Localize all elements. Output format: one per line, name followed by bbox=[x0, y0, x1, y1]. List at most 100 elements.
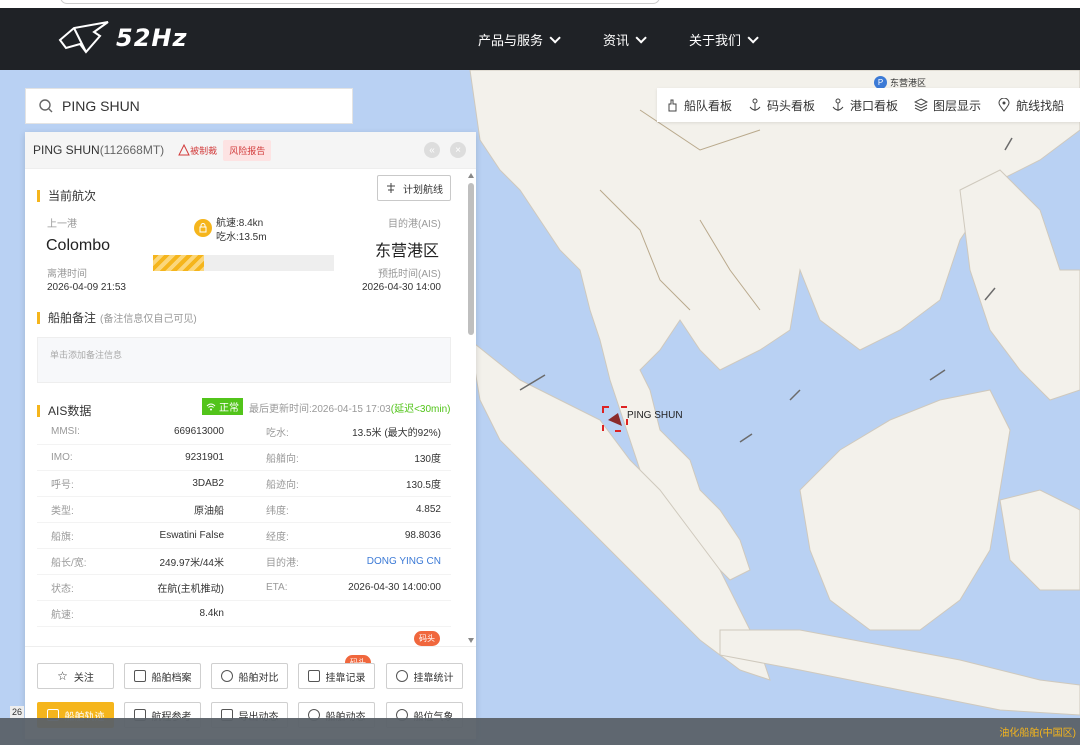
remark-input[interactable]: 单击添加备注信息 bbox=[37, 337, 451, 383]
port-call-stats-button[interactable]: 挂靠统计 bbox=[386, 663, 463, 689]
search-icon[interactable] bbox=[38, 98, 54, 114]
toolbar-dock-board[interactable]: 码头看板 bbox=[748, 97, 815, 114]
dest-port-label: 目的港(AIS) bbox=[388, 219, 441, 230]
nav-products[interactable]: 产品与服务 bbox=[478, 30, 561, 49]
ais-row: IMO: 9231901 船艏向: 130度 bbox=[37, 445, 451, 471]
ais-row: 呼号: 3DAB2 船迹向: 130.5度 bbox=[37, 471, 451, 497]
nav-news[interactable]: 资讯 bbox=[603, 30, 647, 49]
stats-icon bbox=[395, 670, 408, 682]
toolbar-port-board[interactable]: 港口看板 bbox=[831, 97, 898, 114]
toolbar-port-label: 港口看板 bbox=[850, 98, 899, 113]
ais-delay: (延迟<30min) bbox=[390, 404, 451, 415]
ais-k1: MMSI: bbox=[51, 426, 80, 437]
ais-v1: 在航(主机推动) bbox=[157, 584, 224, 595]
sanction-label: 被制裁 bbox=[190, 145, 218, 156]
ais-v2: 130.5度 bbox=[405, 480, 441, 491]
ais-v2: 4.852 bbox=[415, 504, 441, 515]
map-toolbar: 船队看板 码头看板 港口看板 图层显示 航线找船 bbox=[657, 88, 1080, 122]
chevron-down-icon bbox=[635, 31, 647, 44]
ais-k1: 呼号: bbox=[51, 480, 74, 491]
site-logo[interactable]: 52Hz bbox=[56, 18, 187, 58]
sanction-badge[interactable]: 被制裁 bbox=[178, 144, 217, 157]
ais-row: MMSI: 669613000 吃水: 13.5米 (最大的92%) bbox=[37, 419, 451, 445]
remark-note: (备注信息仅自己可见) bbox=[100, 314, 197, 325]
ship-profile-button[interactable]: 船舶档案 bbox=[124, 663, 201, 689]
follow-label: 关注 bbox=[73, 672, 94, 684]
lock-icon bbox=[194, 219, 212, 237]
collapse-icon[interactable]: « bbox=[424, 142, 440, 158]
voyage-section-title: 当前航次 bbox=[37, 187, 96, 204]
plan-route-button[interactable]: 计划航线 bbox=[377, 175, 451, 201]
port-call-record-button[interactable]: 挂靠记录 bbox=[298, 663, 375, 689]
toolbar-layers[interactable]: 图层显示 bbox=[914, 97, 981, 114]
ship-name: PING SHUN bbox=[33, 143, 100, 157]
voyage-speed: 航速:8.4kn bbox=[216, 218, 264, 229]
ais-section-title: AIS数据 bbox=[37, 402, 91, 419]
departure-time: 2026-04-09 21:53 bbox=[47, 282, 126, 293]
ais-row: 船旗: Eswatini False 经度: 98.8036 bbox=[37, 523, 451, 549]
ais-v1: 669613000 bbox=[173, 426, 224, 437]
toolbar-dock-label: 码头看板 bbox=[767, 98, 816, 113]
anchor-icon bbox=[749, 98, 761, 111]
dock-badge[interactable]: 码头 bbox=[414, 631, 440, 646]
ais-k2: 经度: bbox=[266, 532, 289, 543]
file-icon bbox=[133, 670, 146, 682]
remark-title: 船舶备注 bbox=[48, 311, 97, 325]
voyage-progress-fill bbox=[153, 255, 204, 271]
ais-v1: Eswatini False bbox=[159, 530, 224, 541]
ais-status-text: 正常 bbox=[219, 403, 239, 414]
ais-k1: 船旗: bbox=[51, 532, 74, 543]
map-layer-legend[interactable]: 油化船舶(中国区) bbox=[999, 724, 1076, 739]
ais-v2[interactable]: DONG YING CN bbox=[334, 556, 441, 567]
voyage-draught: 吃水:13.5m bbox=[216, 232, 267, 243]
ship-profile-label: 船舶档案 bbox=[151, 672, 192, 684]
ais-k2: 船迹向: bbox=[266, 480, 299, 491]
ais-v2: 130度 bbox=[414, 454, 441, 465]
ais-update-time: 最后更新时间:2026-04-15 17:03(延迟<30min) bbox=[249, 400, 450, 415]
search-input[interactable] bbox=[62, 98, 322, 114]
toolbar-route-label: 航线找船 bbox=[1016, 98, 1065, 113]
ais-updated: 最后更新时间:2026-04-15 17:03 bbox=[249, 404, 391, 415]
hand-icon bbox=[668, 99, 677, 112]
ais-row: 类型: 原油船 纬度: 4.852 bbox=[37, 497, 451, 523]
follow-button[interactable]: ☆ 关注 bbox=[37, 663, 114, 689]
dest-port[interactable]: 东营港区 bbox=[375, 237, 439, 261]
ais-k1: 状态: bbox=[51, 584, 74, 595]
ais-status-badge: 正常 bbox=[202, 398, 243, 415]
departure-time-label: 离港时间 bbox=[47, 269, 87, 280]
map-scale-label: 26 bbox=[10, 706, 25, 718]
record-icon bbox=[307, 670, 320, 682]
prev-port[interactable]: Colombo bbox=[46, 237, 110, 255]
toolbar-route-find[interactable]: 航线找船 bbox=[997, 97, 1064, 114]
prev-port-label: 上一港 bbox=[47, 219, 77, 230]
ais-k1: 航速: bbox=[51, 610, 74, 621]
map-ship-label[interactable]: PING SHUN bbox=[627, 410, 683, 421]
ais-title: AIS数据 bbox=[48, 404, 92, 418]
ais-v1: 3DAB2 bbox=[192, 478, 224, 489]
speed-draught: 航速:8.4kn 吃水:13.5m bbox=[216, 217, 267, 245]
ais-row: 船长/宽: 249.97米/44米 目的港: DONG YING CN bbox=[37, 549, 451, 575]
map-bottom-bar bbox=[0, 718, 1080, 745]
ship-compare-button[interactable]: 船舶对比 bbox=[211, 663, 288, 689]
panel-header: PING SHUN (112668MT) 被制裁 风险报告 « × bbox=[25, 132, 476, 169]
ship-search-box bbox=[25, 88, 353, 124]
layers-icon bbox=[914, 98, 929, 112]
toolbar-fleet-board[interactable]: 船队看板 bbox=[665, 97, 732, 114]
ais-table: MMSI: 669613000 吃水: 13.5米 (最大的92%) IMO: 92319… bbox=[37, 419, 451, 627]
eta-time: 2026-04-30 14:00 bbox=[362, 282, 441, 293]
panel-scrollbar[interactable] bbox=[468, 173, 474, 643]
close-icon[interactable]: × bbox=[450, 142, 466, 158]
risk-report-button[interactable]: 风险报告 bbox=[223, 139, 272, 161]
ais-v2: 2026-04-30 14:00:00 bbox=[348, 582, 441, 593]
star-icon: ☆ bbox=[57, 669, 68, 683]
ais-k1: IMO: bbox=[51, 452, 73, 463]
ais-k2: ETA: bbox=[266, 582, 288, 593]
panel-body[interactable]: 当前航次 计划航线 上一港 Colombo 离港时间 2026-04-09 21… bbox=[25, 169, 476, 646]
ais-k2: 船艏向: bbox=[266, 454, 299, 465]
main-nav: 产品与服务 资讯 关于我们 bbox=[478, 30, 801, 49]
nav-about-label: 关于我们 bbox=[689, 33, 742, 48]
location-pin-icon bbox=[998, 98, 1010, 112]
logo-text: 52Hz bbox=[116, 24, 188, 52]
nav-about[interactable]: 关于我们 bbox=[689, 30, 759, 49]
ais-v1: 249.97米/44米 bbox=[159, 558, 225, 569]
